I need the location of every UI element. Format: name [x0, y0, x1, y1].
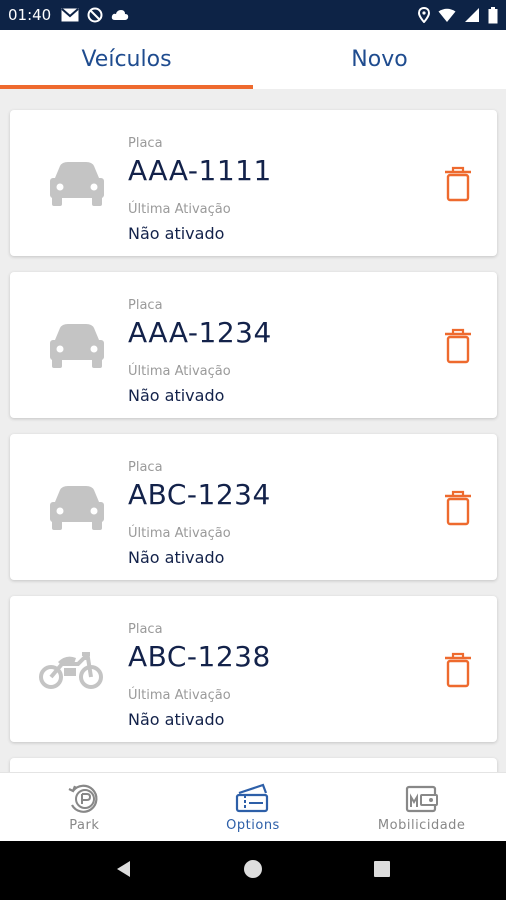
ultima-ativacao-value: Não ativado: [128, 386, 225, 405]
ultima-ativacao-value: Não ativado: [128, 710, 225, 729]
tab-bar: Veículos Novo: [0, 30, 506, 89]
delete-vehicle-button[interactable]: [442, 328, 474, 364]
car-icon: [50, 486, 104, 530]
recents-icon: [373, 861, 390, 877]
back-icon: [117, 861, 131, 877]
nav-mobilicidade-label: Mobilicidade: [377, 817, 466, 833]
location-icon: [418, 7, 430, 23]
placa-label: Placa: [128, 460, 163, 475]
wifi-icon: [438, 8, 456, 22]
park-icon: [68, 784, 98, 813]
ultima-ativacao-label: Última Ativação: [128, 688, 231, 703]
ultima-ativacao-label: Última Ativação: [128, 526, 231, 541]
tab-veiculos[interactable]: Veículos: [0, 30, 253, 89]
nav-park-label: Park: [69, 817, 100, 833]
trash-icon: [445, 490, 471, 526]
ultima-ativacao-value: Não ativado: [128, 224, 225, 243]
nav-mobilicidade[interactable]: Mobilicidade: [337, 773, 506, 842]
vehicle-list[interactable]: Placa AAA-1111 Última Ativação Não ativa…: [0, 89, 506, 772]
trash-icon: [445, 166, 471, 202]
tab-novo[interactable]: Novo: [253, 30, 506, 89]
delete-vehicle-button[interactable]: [442, 166, 474, 202]
ultima-ativacao-label: Última Ativação: [128, 364, 231, 379]
placa-label: Placa: [128, 136, 163, 151]
ultima-ativacao-value: Não ativado: [128, 548, 225, 567]
vehicle-card[interactable]: Placa ABC-1238 Última Ativação Não ativa…: [10, 596, 497, 742]
vehicle-card[interactable]: Placa AAA-1234 Última Ativação Não ativa…: [10, 272, 497, 418]
system-nav-bar: [0, 841, 506, 900]
vehicle-card[interactable]: Placa AAA-1111 Última Ativação Não ativa…: [10, 110, 497, 256]
recents-button[interactable]: [372, 859, 392, 882]
placa-label: Placa: [128, 298, 163, 313]
car-icon: [50, 162, 104, 206]
plate-number: ABC-1234: [128, 478, 271, 511]
no-disturb-icon: [87, 7, 103, 23]
status-bar: 01:40: [0, 0, 506, 30]
tab-veiculos-label: Veículos: [81, 47, 172, 72]
trash-icon: [445, 328, 471, 364]
signal-icon: [465, 8, 479, 22]
cloud-icon: [112, 10, 129, 20]
placa-label: Placa: [128, 622, 163, 637]
motorcycle-icon: [39, 652, 103, 689]
back-button[interactable]: [114, 859, 134, 882]
plate-number: ABC-1238: [128, 640, 271, 673]
nav-options-label: Options: [226, 817, 280, 833]
delete-vehicle-button[interactable]: [442, 490, 474, 526]
plate-number: AAA-1111: [128, 154, 272, 187]
nav-park[interactable]: Park: [0, 773, 169, 842]
ticket-icon: [235, 783, 269, 812]
battery-icon: [488, 6, 498, 23]
status-time: 01:40: [8, 6, 52, 24]
delete-vehicle-button[interactable]: [442, 652, 474, 688]
nav-options[interactable]: Options: [169, 773, 338, 842]
ultima-ativacao-label: Última Ativação: [128, 202, 231, 217]
tab-novo-label: Novo: [351, 47, 408, 72]
bottom-nav: Park Options Mobilicidade: [0, 772, 506, 842]
gmail-icon: [61, 8, 79, 22]
vehicle-card[interactable]: Placa ABC-1234 Última Ativação Não ativa…: [10, 434, 497, 580]
home-icon: [243, 860, 262, 878]
trash-icon: [445, 652, 471, 688]
home-button[interactable]: [243, 859, 263, 882]
vehicle-card[interactable]: [10, 758, 497, 772]
plate-number: AAA-1234: [128, 316, 272, 349]
wallet-icon: [405, 785, 438, 812]
car-icon: [50, 324, 104, 368]
